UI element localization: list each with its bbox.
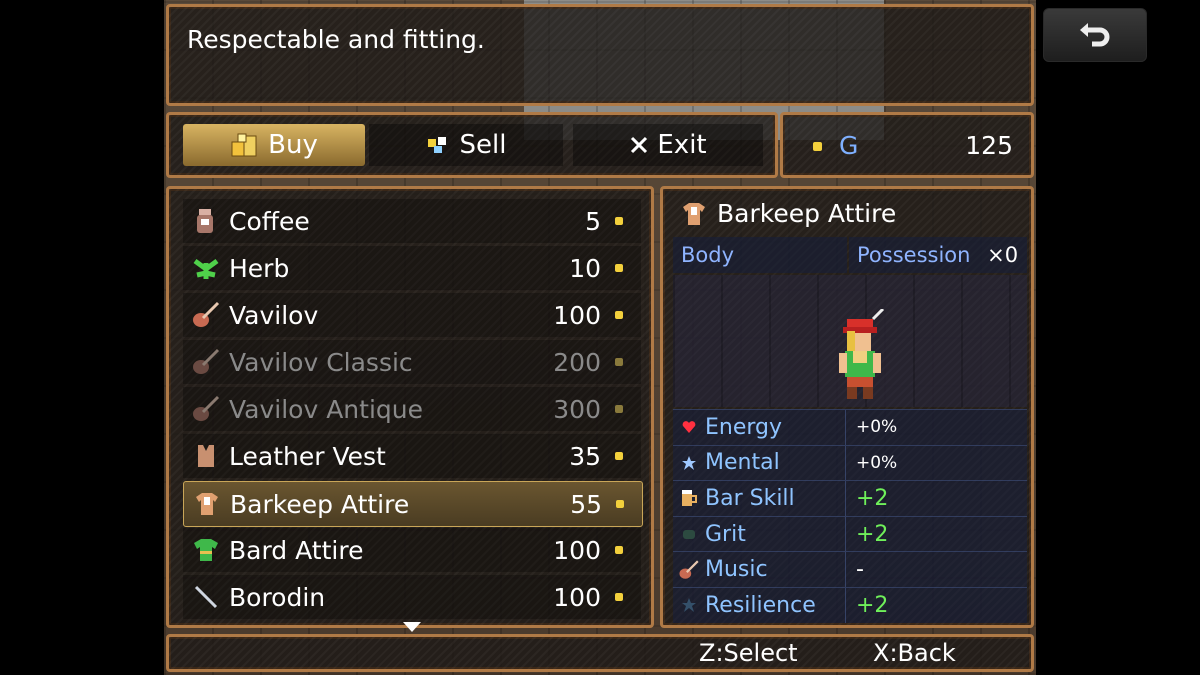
detail-header: Body Possession ×0 [673,237,1027,273]
sell-label: Sell [459,130,507,160]
stat-row: Music - [673,551,1027,587]
x-icon [629,135,649,155]
command-window: Buy Sell Exit [166,112,778,178]
guitar-icon [191,394,221,424]
list-item[interactable]: Vavilov 100 [183,293,641,337]
item-list: Coffee 5 Herb 10 Vavilov 100 Vavilov Cla… [166,186,654,632]
list-item[interactable]: Vavilov Classic 200 [183,340,641,384]
list-item[interactable]: Vavilov Antique 300 [183,387,641,431]
list-item[interactable]: Coffee 5 [183,199,641,243]
detail-title-text: Barkeep Attire [717,199,897,228]
possession: Possession ×0 [849,237,1027,273]
buy-label: Buy [268,130,318,160]
scroll-down-arrow-icon[interactable] [403,617,421,636]
coins-icon [230,132,260,158]
price-coin-icon [616,500,624,508]
vest-icon [191,441,221,471]
gold-window: G 125 [780,112,1034,178]
tunic-icon [191,535,221,565]
mug-icon [677,488,701,508]
stat-table: Energy +0% Mental +0% Bar Skill +2 Grit … [673,409,1027,623]
price-coin-icon [615,405,623,413]
stat-row: Resilience +2 [673,586,1027,623]
shirt-icon [192,489,222,519]
equip-slot: Body [673,237,847,273]
price-coin-icon [615,264,623,272]
guitar-icon [191,300,221,330]
gold-amount: 125 [965,131,1013,160]
price-coin-icon [615,546,623,554]
help-window: Z:Select X:Back [166,634,1034,672]
stat-row: Bar Skill +2 [673,480,1027,516]
back-hint: X:Back [873,639,956,667]
buy-button[interactable]: Buy [183,124,365,166]
price-coin-icon [615,311,623,319]
gold-coin-icon [813,142,822,151]
price-coin-icon [615,217,623,225]
price-coin-icon [615,452,623,460]
stat-row: Mental +0% [673,444,1027,481]
possession-count: ×0 [987,243,1019,267]
back-button[interactable] [1043,8,1147,62]
guitar-icon [677,559,701,581]
possession-label: Possession [857,243,971,267]
list-item[interactable]: Leather Vest 35 [183,434,641,478]
exit-button[interactable]: Exit [573,124,763,166]
gems-icon [426,135,452,155]
stat-row: Energy +0% [673,409,1027,445]
shield-icon [677,598,701,613]
bow-icon [191,582,221,612]
detail-title: Barkeep Attire [681,199,896,228]
heart-icon [677,420,701,434]
coffee-icon [191,206,221,236]
price-coin-icon [615,593,623,601]
shirt-icon [681,201,707,227]
undo-arrow-icon [1080,23,1110,47]
list-item[interactable]: Bard Attire 100 [183,528,641,572]
fist-icon [677,528,701,540]
herb-icon [191,253,221,283]
sell-button[interactable]: Sell [369,124,563,166]
list-item[interactable]: Borodin 100 [183,575,641,619]
character-sprite [839,309,885,399]
list-item[interactable]: Herb 10 [183,246,641,290]
stat-row: Grit +2 [673,515,1027,552]
exit-label: Exit [657,130,707,160]
select-hint: Z:Select [699,639,798,667]
guitar-icon [191,347,221,377]
gold-unit: G [839,131,859,160]
star-icon [677,455,701,470]
message-text: Respectable and fitting. [187,25,485,54]
price-coin-icon [615,358,623,366]
item-detail-window: Barkeep Attire Body Possession ×0 Energy [660,186,1034,628]
list-item-selected[interactable]: Barkeep Attire 55 [183,481,643,527]
character-preview [673,275,1027,407]
message-window: Respectable and fitting. [166,4,1034,106]
